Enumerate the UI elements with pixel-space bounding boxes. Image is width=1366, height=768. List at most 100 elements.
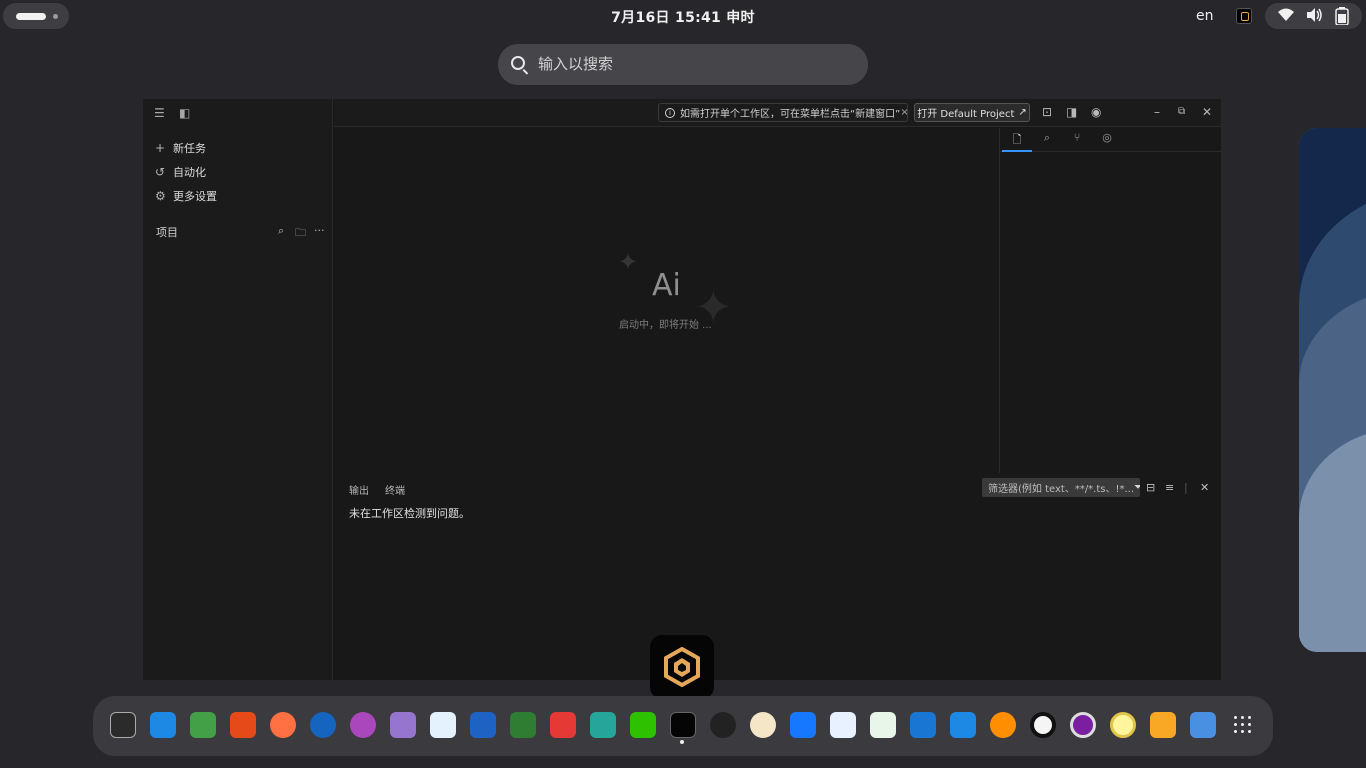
trae-icon[interactable] [670, 712, 696, 738]
problems-message: 未在工作区检测到问题。 [349, 507, 470, 520]
media-player-icon[interactable] [1070, 712, 1096, 738]
workspace-indicator [53, 14, 58, 19]
layers-icon[interactable] [590, 712, 616, 738]
right-panel: 🗋 ⌕ ⑂ ◎ [999, 128, 1222, 473]
feishu-icon[interactable] [790, 712, 816, 738]
workspace-notice-text: 如需打开单个工作区，可在菜单栏点击“新建窗口” [680, 109, 901, 120]
starting-status: 启动中，即将开始 ... [619, 320, 712, 331]
bottom-panel: 输出 终端 筛选器(例如 text、**/*.ts、!*... ⏷ ⊟ ≡ | … [334, 473, 1221, 680]
tab-output[interactable]: 输出 [349, 482, 369, 497]
sidebar-item-automation[interactable]: ↺ 自动化 [155, 163, 206, 181]
open-default-project-button[interactable]: 打开 Default Project ↗ [914, 103, 1030, 122]
add-folder-icon[interactable]: 🗀 [295, 224, 306, 243]
more-icon[interactable]: ··· [314, 224, 325, 237]
wechat-icon[interactable] [630, 712, 656, 738]
ide-window[interactable]: ☰ ◧ + 新任务 ↺ 自动化 ⚙ 更多设置 项目 ⌕ 🗀 ··· i 如需打开… [143, 99, 1222, 680]
todo-icon[interactable] [950, 712, 976, 738]
baidu-netdisk-icon[interactable] [830, 712, 856, 738]
globe-tab-icon[interactable]: ◎ [1092, 131, 1122, 152]
battery-icon [1335, 7, 1349, 29]
wifi-icon [1277, 7, 1295, 27]
tiktok-icon[interactable] [910, 712, 936, 738]
running-indicator [680, 740, 684, 744]
trae-app-icon[interactable] [650, 635, 714, 699]
wps-icon[interactable] [550, 712, 576, 738]
restore-icon[interactable]: ⧉ [1178, 106, 1185, 117]
volume-icon [1305, 7, 1323, 27]
a-icon[interactable] [1030, 712, 1056, 738]
thunderbird-icon[interactable] [310, 712, 336, 738]
workspace-indicator-active [16, 13, 46, 20]
open-default-project-label: 打开 Default Project [917, 109, 1015, 120]
sidebar-item-new-task[interactable]: + 新任务 [155, 139, 206, 157]
cat-app-icon[interactable] [350, 712, 376, 738]
close-panel-icon[interactable]: ✕ [1200, 481, 1209, 494]
sparkle-icon: ✦ [618, 248, 639, 276]
clock[interactable]: 7月16日 15:41 申时 [583, 7, 783, 27]
sidebar-item-more-settings[interactable]: ⚙ 更多设置 [155, 187, 217, 205]
filter-placeholder: 筛选器(例如 text、**/*.ts、!*... [988, 484, 1135, 495]
source-control-tab-icon[interactable]: ⑂ [1062, 131, 1092, 152]
account-icon[interactable]: ◉ [1091, 105, 1101, 119]
app-grid-icon[interactable] [1234, 716, 1252, 734]
search-tab-icon[interactable]: ⌕ [1032, 131, 1062, 152]
filter-input[interactable]: 筛选器(例如 text、**/*.ts、!*... ⏷ [982, 478, 1140, 497]
filter-icon: ⏷ [1134, 482, 1140, 493]
overview-search-bar[interactable] [498, 44, 868, 85]
activities-button[interactable] [3, 3, 69, 29]
title-bar: i 如需打开单个工作区，可在菜单栏点击“新建窗口” × 打开 Default P… [334, 99, 1221, 127]
top-bar: 7月16日 15:41 申时 en [0, 0, 1366, 34]
sidebar-item-label: 更多设置 [173, 190, 217, 203]
word-icon[interactable] [470, 712, 496, 738]
workspace-preview[interactable] [1299, 128, 1366, 652]
dock [93, 696, 1273, 756]
word-wrap-icon[interactable]: ≡ [1165, 481, 1174, 494]
toggle-sidebar-icon[interactable]: ◧ [179, 106, 190, 120]
system-status-menu[interactable] [1265, 3, 1362, 29]
collapse-icon[interactable]: ⊟ [1146, 481, 1155, 494]
dict-icon[interactable] [750, 712, 776, 738]
close-icon[interactable]: × [900, 107, 907, 118]
editor-area: ✦ ✦ Ai 启动中，即将开始 ... [334, 128, 999, 473]
search-icon [511, 56, 525, 70]
tray-app-icon[interactable] [1236, 8, 1252, 24]
input-language-indicator[interactable]: en [1196, 8, 1214, 24]
minimize-icon[interactable]: – [1154, 105, 1160, 119]
close-window-icon[interactable]: ✕ [1202, 105, 1212, 119]
sidebar-item-label: 新任务 [173, 142, 206, 155]
gear-icon: ⚙ [155, 189, 166, 203]
writer-icon[interactable] [150, 712, 176, 738]
projects-heading: 项目 [156, 226, 178, 239]
notes-icon[interactable] [390, 712, 416, 738]
ai-logo-icon: Ai [652, 268, 681, 303]
spreadsheet-icon[interactable] [190, 712, 216, 738]
store-icon[interactable] [430, 712, 456, 738]
separator: | [1184, 481, 1188, 494]
tab-terminal[interactable]: 终端 [385, 482, 405, 497]
toggle-panel-icon[interactable]: ◨ [1066, 105, 1077, 119]
terminal-icon[interactable]: ⊡ [1042, 105, 1052, 119]
trae-logo-icon [664, 647, 700, 687]
firefox-icon[interactable] [270, 712, 296, 738]
phone-icon[interactable] [1190, 712, 1216, 738]
right-panel-tabs: 🗋 ⌕ ⑂ ◎ [1000, 128, 1222, 152]
external-link-icon: ↗ [1018, 107, 1027, 118]
qq-icon[interactable] [710, 712, 736, 738]
excel-icon[interactable] [510, 712, 536, 738]
terminal-icon[interactable] [110, 712, 136, 738]
search-icon[interactable]: ⌕ [278, 224, 284, 238]
circle-app-icon[interactable] [1110, 712, 1136, 738]
plus-icon: + [155, 141, 166, 155]
presentation-icon[interactable] [230, 712, 256, 738]
music-icon[interactable] [870, 712, 896, 738]
history-icon: ↺ [155, 165, 166, 179]
radio-icon[interactable] [1150, 712, 1176, 738]
files-tab-icon[interactable]: 🗋 [1002, 131, 1032, 152]
sidebar: ☰ ◧ + 新任务 ↺ 自动化 ⚙ 更多设置 项目 ⌕ 🗀 ··· [143, 99, 333, 680]
sidebar-item-label: 自动化 [173, 166, 206, 179]
xmind-icon[interactable] [990, 712, 1016, 738]
info-icon: i [665, 107, 675, 118]
workspace-notice: i 如需打开单个工作区，可在菜单栏点击“新建窗口” × [658, 103, 908, 122]
menu-icon[interactable]: ☰ [154, 106, 165, 120]
search-input[interactable] [538, 52, 848, 76]
